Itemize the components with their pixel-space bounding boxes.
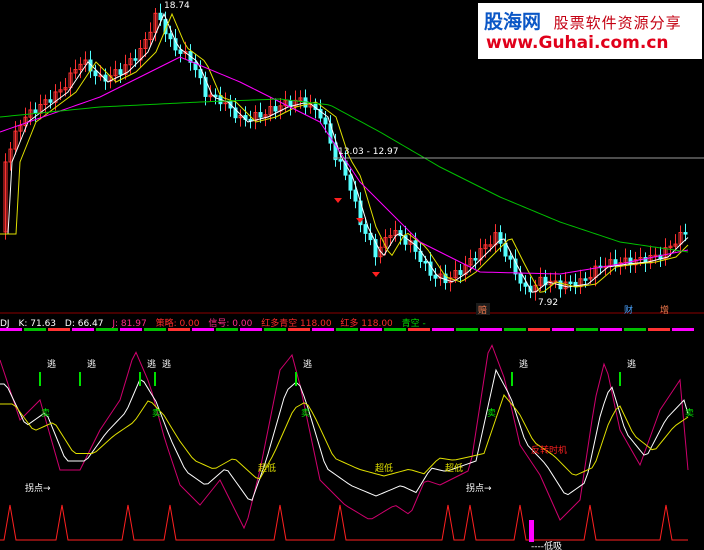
sell-signal-4: 卖 — [487, 408, 496, 419]
turn-signal-2: 拐点→ — [466, 482, 492, 494]
candle-body — [348, 174, 353, 191]
event-marker-1[interactable]: 赔 — [478, 304, 487, 316]
banner-url: www.Guhai.com.cn — [486, 33, 669, 53]
strip-segment — [552, 328, 574, 331]
candle-body — [473, 258, 478, 261]
strip-segment — [576, 328, 598, 331]
candle-body — [133, 58, 138, 61]
strip-segment — [648, 328, 670, 331]
candle-body — [568, 281, 573, 285]
escape-signal-5: 逃 — [303, 358, 312, 370]
banner-brand: 股海网 — [484, 11, 542, 33]
sell-signal-1: 卖 — [41, 408, 50, 419]
strip-segment — [504, 328, 526, 331]
sell-signal-5: 卖 — [685, 408, 694, 419]
candle-body — [178, 49, 183, 54]
rebound-signal: 反转时机 — [531, 444, 567, 456]
turn-signal-1: 拐点→ — [25, 482, 51, 494]
d-value: D: 66.47 — [64, 319, 104, 329]
oversold-signal-3: 超低 — [445, 462, 463, 474]
strip-segment — [456, 328, 478, 331]
field-5: 青空 - — [401, 319, 426, 329]
candle-body — [118, 69, 123, 75]
indicator-info-bar: DJ K: 71.63 D: 66.47 J: 81.97 策略: 0.00 信… — [0, 316, 704, 329]
candle-body — [93, 70, 98, 77]
j-value: J: 81.97 — [112, 319, 147, 329]
signal-spike-line — [0, 504, 688, 541]
bottom-buy-bar — [529, 520, 534, 542]
candle-body — [498, 232, 503, 244]
strip-segment — [432, 328, 454, 331]
escape-signal-1: 逃 — [47, 358, 56, 370]
candle-body — [423, 260, 428, 264]
escape-signal-6: 逃 — [519, 358, 528, 370]
price-level-label: 13.03 - 12.97 — [338, 147, 399, 157]
escape-signal-3: 逃 — [147, 358, 156, 370]
escape-signal-4: 逃 — [162, 358, 171, 370]
candle-body — [433, 274, 438, 279]
strip-segment — [480, 328, 502, 331]
candle-body — [523, 282, 528, 287]
candle-body — [48, 99, 53, 103]
k-value: K: 71.63 — [18, 319, 57, 329]
field-4: 红多 118.00 — [340, 319, 393, 329]
down-arrow-icon — [334, 198, 342, 203]
candle-body — [33, 109, 38, 114]
candle-body — [273, 106, 278, 112]
sell-signal-3: 卖 — [301, 408, 310, 419]
escape-signal-7: 逃 — [627, 358, 636, 370]
sell-signal-2: 卖 — [152, 408, 161, 419]
indicator-name: DJ — [0, 319, 10, 329]
indicator-panel[interactable] — [0, 328, 694, 542]
candle-body — [683, 232, 688, 235]
candle-body — [353, 189, 358, 202]
field-3: 红多青空 118.00 — [261, 319, 332, 329]
candle-body — [258, 112, 263, 118]
candle-body — [518, 273, 523, 284]
oversold-signal-1: 超低 — [258, 462, 276, 474]
field-1: 策略: 0.00 — [155, 319, 200, 329]
candle-body — [323, 117, 328, 125]
down-arrow-icon — [372, 272, 380, 277]
down-arrow-icon — [356, 218, 364, 223]
high-price-label: 18.74 — [164, 1, 190, 11]
event-marker-2[interactable]: 财 — [624, 304, 633, 316]
escape-signal-2: 逃 — [87, 358, 96, 370]
stock-chart[interactable]: 18.74 7.92 13.03 - 12.97 赔 财 增 逃 逃 逃 逃 逃… — [0, 0, 704, 550]
strip-segment — [672, 328, 694, 331]
site-logo-banner[interactable]: 股海网 股票软件资源分享 www.Guhai.com.cn — [478, 3, 702, 59]
candle-body — [458, 270, 463, 275]
banner-tagline: 股票软件资源分享 — [553, 14, 682, 32]
strip-segment — [624, 328, 646, 331]
oversold-signal-2: 超低 — [375, 462, 393, 474]
bottom-buy-signal: ----低吸 — [531, 540, 562, 550]
candle-body — [363, 224, 368, 234]
strip-segment — [528, 328, 550, 331]
low-price-label: 7.92 — [538, 298, 558, 308]
event-marker-3[interactable]: 增 — [660, 304, 669, 316]
banner-title-row: 股海网 股票软件资源分享 — [484, 7, 682, 34]
k-line — [0, 368, 689, 501]
candle-body — [508, 255, 513, 260]
field-2: 信号: 0.00 — [208, 319, 253, 329]
candle-body — [168, 33, 173, 40]
candle-body — [583, 278, 588, 281]
candle-body — [338, 159, 343, 162]
strip-segment — [600, 328, 622, 331]
